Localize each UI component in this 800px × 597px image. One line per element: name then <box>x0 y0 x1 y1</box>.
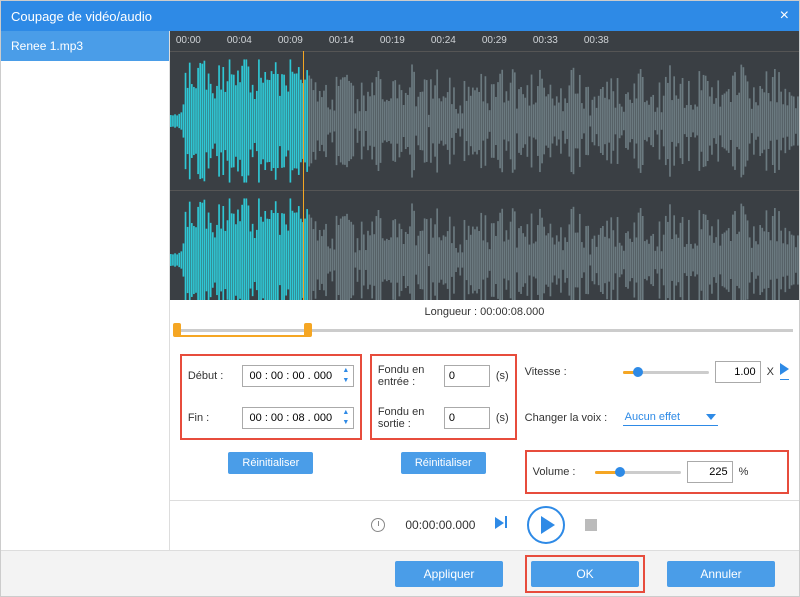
selection-bar[interactable] <box>176 320 793 340</box>
speed-suffix: X <box>767 366 774 378</box>
volume-label: Volume : <box>533 466 589 478</box>
playhead-cursor[interactable] <box>303 51 304 300</box>
volume-group: Volume : % <box>525 450 789 494</box>
volume-suffix: % <box>739 466 749 478</box>
end-time-input[interactable]: ▲ ▼ <box>242 407 354 429</box>
file-sidebar: Renee 1.mp3 <box>1 31 170 550</box>
ruler-tick: 00:00 <box>176 35 206 46</box>
step-button[interactable] <box>495 516 507 534</box>
ruler-tick: 00:14 <box>329 35 359 46</box>
ruler-tick: 00:33 <box>533 35 563 46</box>
clock-icon <box>371 518 385 532</box>
spin-up-icon[interactable]: ▲ <box>339 408 353 418</box>
speed-preview-icon[interactable] <box>780 363 789 375</box>
ruler-tick: 00:38 <box>584 35 614 46</box>
play-icon <box>541 516 555 534</box>
trim-reset-button[interactable]: Réinitialiser <box>228 452 313 474</box>
start-label: Début : <box>188 370 236 382</box>
window: Coupage de vidéo/audio × Renee 1.mp3 00:… <box>0 0 800 597</box>
titlebar: Coupage de vidéo/audio × <box>1 1 799 31</box>
waveform-top <box>170 52 799 190</box>
spin-down-icon[interactable]: ▼ <box>339 418 353 428</box>
spin-down-icon[interactable]: ▼ <box>339 376 353 386</box>
selection-range[interactable] <box>176 323 308 337</box>
player-time: 00:00:00.000 <box>405 518 475 532</box>
timeline-ruler: 00:00 00:04 00:09 00:14 00:19 00:24 00:2… <box>170 31 799 51</box>
fade-reset-button[interactable]: Réinitialiser <box>401 452 486 474</box>
fade-in-label: Fondu en entrée : <box>378 364 438 388</box>
waveform-bottom <box>170 191 799 300</box>
voice-value: Aucun effet <box>625 411 680 423</box>
selection-handle-start[interactable] <box>173 323 181 337</box>
apply-button[interactable]: Appliquer <box>395 561 503 587</box>
ruler-tick: 00:09 <box>278 35 308 46</box>
ruler-tick: 00:24 <box>431 35 461 46</box>
fade-out-input[interactable] <box>444 407 490 429</box>
end-time-field[interactable] <box>243 412 339 424</box>
chevron-down-icon <box>706 414 716 420</box>
spin-up-icon[interactable]: ▲ <box>339 366 353 376</box>
volume-slider[interactable] <box>595 465 681 479</box>
file-item[interactable]: Renee 1.mp3 <box>1 31 169 61</box>
trim-group: Début : ▲ ▼ Fin : <box>180 354 362 440</box>
speed-slider[interactable] <box>623 365 709 379</box>
waveform-area[interactable] <box>170 51 799 300</box>
ruler-tick: 00:04 <box>227 35 257 46</box>
voice-dropdown[interactable]: Aucun effet <box>623 409 718 426</box>
window-title: Coupage de vidéo/audio <box>11 9 152 24</box>
start-time-field[interactable] <box>243 370 339 382</box>
end-label: Fin : <box>188 412 236 424</box>
volume-value-input[interactable] <box>687 461 733 483</box>
close-icon[interactable]: × <box>780 7 789 25</box>
voice-label: Changer la voix : <box>525 412 617 424</box>
cancel-button[interactable]: Annuler <box>667 561 775 587</box>
player-bar: 00:00:00.000 <box>170 500 799 550</box>
play-button[interactable] <box>527 506 565 544</box>
start-time-input[interactable]: ▲ ▼ <box>242 365 354 387</box>
ruler-tick: 00:29 <box>482 35 512 46</box>
fade-out-label: Fondu en sortie : <box>378 406 438 430</box>
fade-in-input[interactable] <box>444 365 490 387</box>
ok-button[interactable]: OK <box>531 561 639 587</box>
footer: Appliquer OK Annuler <box>1 550 799 596</box>
length-label: Longueur : 00:00:08.000 <box>170 300 799 320</box>
fade-unit: (s) <box>496 370 509 382</box>
fade-unit: (s) <box>496 412 509 424</box>
speed-value-input[interactable] <box>715 361 761 383</box>
speed-label: Vitesse : <box>525 366 617 378</box>
selection-handle-end[interactable] <box>304 323 312 337</box>
stop-button[interactable] <box>585 519 597 531</box>
fade-group: Fondu en entrée : (s) Fondu en sortie : … <box>370 354 517 440</box>
ruler-tick: 00:19 <box>380 35 410 46</box>
